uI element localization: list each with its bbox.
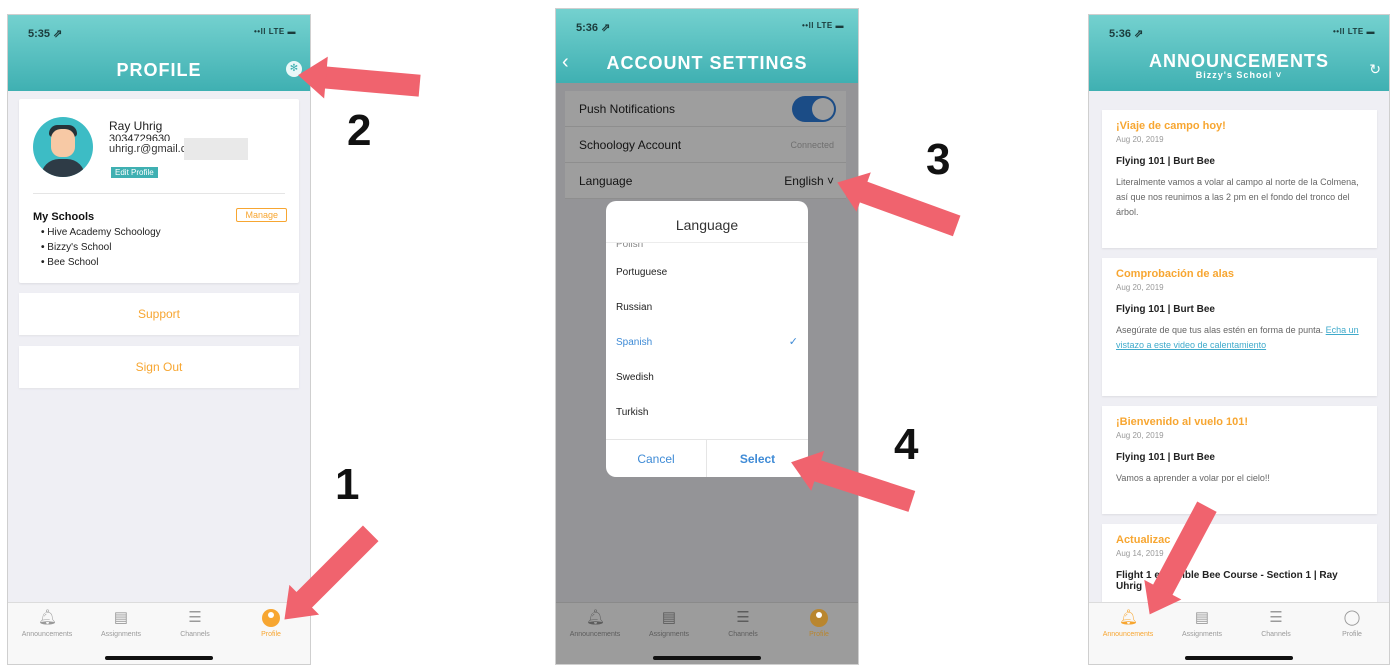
tab-assignments[interactable]: ▤ Assignments xyxy=(1167,609,1237,638)
list-item: Hive Academy Schoology xyxy=(41,225,160,240)
tab-assignments[interactable]: ▤ Assignments xyxy=(634,609,704,638)
option-spanish[interactable]: Spanish ✓ xyxy=(606,325,808,360)
document-icon: ▤ xyxy=(661,609,677,626)
option-turkish[interactable]: Turkish xyxy=(606,395,808,430)
dialog-title: Language xyxy=(606,201,808,243)
tab-assignments[interactable]: ▤ Assignments xyxy=(86,609,156,638)
option-swedish[interactable]: Swedish xyxy=(606,360,808,395)
announcement-course: Flying 101 | Burt Bee xyxy=(1116,156,1215,167)
tab-channels[interactable]: ☰ Channels xyxy=(708,609,778,638)
list-icon: ☰ xyxy=(188,609,202,626)
page-title: PROFILE xyxy=(116,60,202,80)
option-russian[interactable]: Russian xyxy=(606,290,808,325)
bell-icon: 🔔︎ xyxy=(586,609,606,626)
bell-icon: 🔔︎ xyxy=(38,609,58,626)
language-dialog: Language Polish Portuguese Russian Spani… xyxy=(606,201,808,477)
announcement-date: Aug 20, 2019 xyxy=(1116,431,1164,440)
divider xyxy=(33,193,285,194)
home-indicator xyxy=(653,656,761,660)
cancel-button[interactable]: Cancel xyxy=(606,440,707,477)
status-signal: ••ll LTE ▬ xyxy=(801,21,844,30)
avatar xyxy=(33,117,93,177)
bell-icon: 🔔︎ xyxy=(1119,609,1139,626)
profile-card: Ray Uhrig 3034729630 uhrig.r@gmail.com E… xyxy=(19,99,299,283)
announcement-card[interactable]: ¡Viaje de campo hoy! Aug 20, 2019 Flying… xyxy=(1102,110,1377,248)
option-polish[interactable]: Polish xyxy=(606,243,808,255)
tab-channels[interactable]: ☰ Channels xyxy=(1241,609,1311,638)
edit-profile-button[interactable]: Edit Profile xyxy=(111,167,158,178)
checkmark-icon: ✓ xyxy=(788,336,798,348)
my-schools-heading: My Schools xyxy=(33,211,95,223)
school-list: Hive Academy Schoology Bizzy's School Be… xyxy=(41,225,161,270)
status-signal: ••ll LTE ▬ xyxy=(253,27,296,36)
list-icon: ☰ xyxy=(1269,609,1283,626)
status-bar: 5:36 ⇗ ••ll LTE ▬ xyxy=(576,21,844,35)
status-time: 5:36 ⇗ xyxy=(576,22,611,34)
sign-out-button[interactable]: Sign Out xyxy=(19,346,299,388)
announcement-course: Flying 101 | Burt Bee xyxy=(1116,452,1215,463)
tab-announcements[interactable]: 🔔︎ Announcements xyxy=(12,609,82,638)
announcement-title: Actualizac xyxy=(1116,534,1171,546)
announcement-course: Flying 101 | Burt Bee xyxy=(1116,304,1215,315)
announcement-date: Aug 14, 2019 xyxy=(1116,549,1164,558)
tab-bar: 🔔︎ Announcements ▤ Assignments ☰ Channel… xyxy=(8,602,310,664)
profile-header: 5:35 ⇗ ••ll LTE ▬ PROFILE ✻ xyxy=(8,15,310,91)
home-indicator xyxy=(105,656,213,660)
tab-profile[interactable]: ◯ Profile xyxy=(1317,609,1387,638)
arrow-icon xyxy=(319,66,421,97)
profile-screen: 5:35 ⇗ ••ll LTE ▬ PROFILE ✻ Ray Uhrig 30… xyxy=(7,14,311,665)
home-indicator xyxy=(1185,656,1293,660)
announcement-card[interactable]: Comprobación de alas Aug 20, 2019 Flying… xyxy=(1102,258,1377,396)
tab-announcements[interactable]: 🔔︎ Announcements xyxy=(560,609,630,638)
announcement-title: ¡Bienvenido al vuelo 101! xyxy=(1116,416,1249,428)
announcement-card[interactable]: ¡Bienvenido al vuelo 101! Aug 20, 2019 F… xyxy=(1102,406,1377,514)
announcements-screen: 5:36 ⇗ ••ll LTE ▬ ANNOUNCEMENTS Bizzy's … xyxy=(1088,14,1390,665)
status-time: 5:35 ⇗ xyxy=(28,28,63,40)
redaction-block xyxy=(184,138,248,160)
user-name: Ray Uhrig xyxy=(109,119,163,133)
list-item: Bee School xyxy=(41,255,161,270)
list-item: Bizzy's School xyxy=(41,240,161,255)
refresh-icon[interactable]: ↻ xyxy=(1369,61,1381,78)
manage-button[interactable]: Manage xyxy=(236,208,287,222)
document-icon: ▤ xyxy=(113,609,129,626)
tab-bar: 🔔︎ Announcements ▤ Assignments ☰ Channel… xyxy=(1089,602,1389,664)
announcement-title: Comprobación de alas xyxy=(1116,268,1234,280)
settings-header: 5:36 ⇗ ••ll LTE ▬ ‹ ACCOUNT SETTINGS xyxy=(556,9,858,83)
tutorial-canvas: 5:35 ⇗ ••ll LTE ▬ PROFILE ✻ Ray Uhrig 30… xyxy=(0,0,1395,665)
step-number: 4 xyxy=(894,420,919,469)
profile-icon: ◯ xyxy=(1343,609,1361,626)
announcement-title: ¡Viaje de campo hoy! xyxy=(1116,120,1226,132)
page-title: ACCOUNT SETTINGS xyxy=(606,53,808,73)
school-selector[interactable]: Bizzy's School ˅ xyxy=(1089,70,1389,80)
status-signal: ••ll LTE ▬ xyxy=(1332,27,1375,36)
arrow-icon xyxy=(854,179,961,237)
support-button[interactable]: Support xyxy=(19,293,299,335)
list-icon: ☰ xyxy=(736,609,750,626)
status-bar: 5:35 ⇗ ••ll LTE ▬ xyxy=(28,27,296,41)
announcement-date: Aug 20, 2019 xyxy=(1116,283,1164,292)
step-number: 3 xyxy=(926,135,951,184)
option-portuguese[interactable]: Portuguese xyxy=(606,255,808,290)
status-bar: 5:36 ⇗ ••ll LTE ▬ xyxy=(1109,27,1375,41)
announcements-header: 5:36 ⇗ ••ll LTE ▬ ANNOUNCEMENTS Bizzy's … xyxy=(1089,15,1389,91)
announcement-date: Aug 20, 2019 xyxy=(1116,135,1164,144)
tab-profile[interactable]: Profile xyxy=(784,609,854,638)
document-icon: ▤ xyxy=(1194,609,1210,626)
announcement-body: Literalmente vamos a volar al campo al n… xyxy=(1116,177,1359,217)
announcement-body: Vamos a aprender a volar por el cielo!! xyxy=(1116,473,1270,483)
page-title: ANNOUNCEMENTS xyxy=(1148,51,1329,71)
tab-bar: 🔔︎ Announcements ▤ Assignments ☰ Channel… xyxy=(556,602,858,664)
status-time: 5:36 ⇗ xyxy=(1109,28,1144,40)
account-settings-screen: 5:36 ⇗ ••ll LTE ▬ ‹ ACCOUNT SETTINGS Pus… xyxy=(555,8,859,665)
announcement-body: Asegúrate de que tus alas estén en forma… xyxy=(1116,325,1359,350)
user-phone: 3034729630 xyxy=(109,133,171,141)
dialog-actions: Cancel Select xyxy=(606,439,808,477)
profile-icon xyxy=(810,609,828,627)
tab-channels[interactable]: ☰ Channels xyxy=(160,609,230,638)
step-number: 2 xyxy=(347,106,372,155)
step-number: 1 xyxy=(335,460,360,509)
